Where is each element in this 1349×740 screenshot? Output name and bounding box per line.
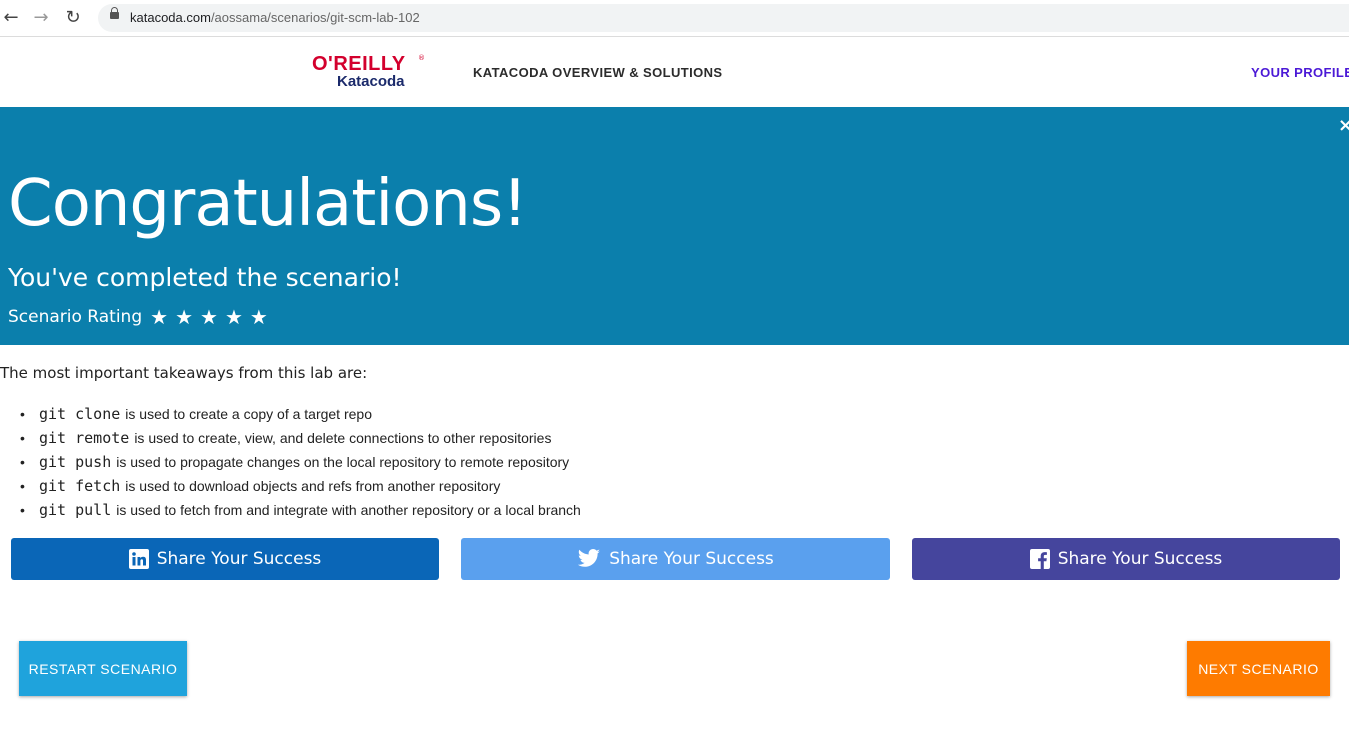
rating-stars: ★ ★ ★ ★ ★ (150, 307, 275, 328)
bullet-icon: • (20, 406, 25, 422)
list-item: • git pull is used to fetch from and integ… (20, 498, 581, 522)
share-linkedin-button[interactable]: Share Your Success (11, 538, 439, 580)
takeaway-code: git pull (39, 501, 112, 519)
share-facebook-button[interactable]: Share Your Success (912, 538, 1340, 580)
congratulations-banner: × Congratulations! You've completed the … (0, 107, 1349, 345)
oreilly-katacoda-logo[interactable]: O'REILLY ® Katacoda (312, 53, 425, 93)
list-item: • git push is used to propagate changes on… (20, 450, 581, 474)
takeaway-text: is used to download objects and refs fro… (125, 478, 501, 494)
share-twitter-label: Share Your Success (609, 549, 774, 569)
logo-katacoda-text: Katacoda (337, 73, 405, 90)
site-header: O'REILLY ® Katacoda KATACODA OVERVIEW & … (0, 37, 1349, 106)
takeaways-list: • git clone is used to create a copy of a … (20, 402, 581, 522)
twitter-icon (577, 549, 601, 569)
star-icon[interactable]: ★ (150, 305, 168, 329)
takeaway-text: is used to fetch from and integrate with… (116, 502, 581, 518)
takeaways-intro: The most important takeaways from this l… (0, 364, 368, 382)
next-scenario-button[interactable]: NEXT SCENARIO (1187, 641, 1330, 696)
takeaway-code: git clone (39, 405, 121, 423)
logo-registered-mark: ® (418, 54, 425, 62)
bullet-icon: • (20, 502, 25, 518)
reload-icon[interactable]: ↻ (62, 7, 84, 29)
list-item: • git remote is used to create, view, and … (20, 426, 581, 450)
share-linkedin-label: Share Your Success (156, 549, 322, 569)
takeaway-code: git remote (39, 429, 130, 447)
star-icon[interactable]: ★ (200, 305, 218, 329)
linkedin-icon (128, 549, 149, 569)
takeaway-code: git fetch (39, 477, 121, 495)
browser-toolbar: ← → ↻ katacoda.com/aossama/scenarios/git… (0, 0, 1349, 37)
banner-title: Congratulations! (8, 167, 528, 241)
star-icon[interactable]: ★ (175, 305, 193, 329)
banner-subtitle: You've completed the scenario! (8, 263, 402, 292)
takeaway-code: git push (39, 453, 112, 471)
nav-overview-solutions[interactable]: KATACODA OVERVIEW & SOLUTIONS (473, 65, 722, 80)
nav-your-profile[interactable]: YOUR PROFILE (1251, 65, 1349, 80)
restart-scenario-button[interactable]: RESTART SCENARIO (19, 641, 187, 696)
takeaway-text: is used to create a copy of a target rep… (125, 406, 372, 422)
forward-arrow-icon[interactable]: → (30, 7, 52, 29)
bullet-icon: • (20, 478, 25, 494)
star-icon[interactable]: ★ (225, 305, 243, 329)
url-path: /aossama/scenarios/git-scm-lab-102 (210, 10, 420, 25)
list-item: • git fetch is used to download objects an… (20, 474, 581, 498)
close-icon[interactable]: × (1338, 115, 1349, 136)
lock-icon (110, 7, 119, 19)
bullet-icon: • (20, 454, 25, 470)
bullet-icon: • (20, 430, 25, 446)
url-domain: katacoda.com (130, 10, 211, 25)
address-bar[interactable]: katacoda.com/aossama/scenarios/git-scm-l… (98, 4, 1349, 32)
facebook-icon (1029, 549, 1050, 569)
takeaway-text: is used to create, view, and delete conn… (134, 430, 552, 446)
list-item: • git clone is used to create a copy of a … (20, 402, 581, 426)
rating-label: Scenario Rating (8, 307, 143, 327)
share-twitter-button[interactable]: Share Your Success (461, 538, 890, 580)
url-text: katacoda.com/aossama/scenarios/git-scm-l… (130, 10, 420, 25)
takeaway-text: is used to propagate changes on the loca… (116, 454, 570, 470)
scenario-rating: Scenario Rating ★ ★ ★ ★ ★ (8, 305, 275, 329)
back-arrow-icon[interactable]: ← (0, 7, 22, 29)
star-icon[interactable]: ★ (250, 305, 268, 329)
share-facebook-label: Share Your Success (1057, 549, 1223, 569)
